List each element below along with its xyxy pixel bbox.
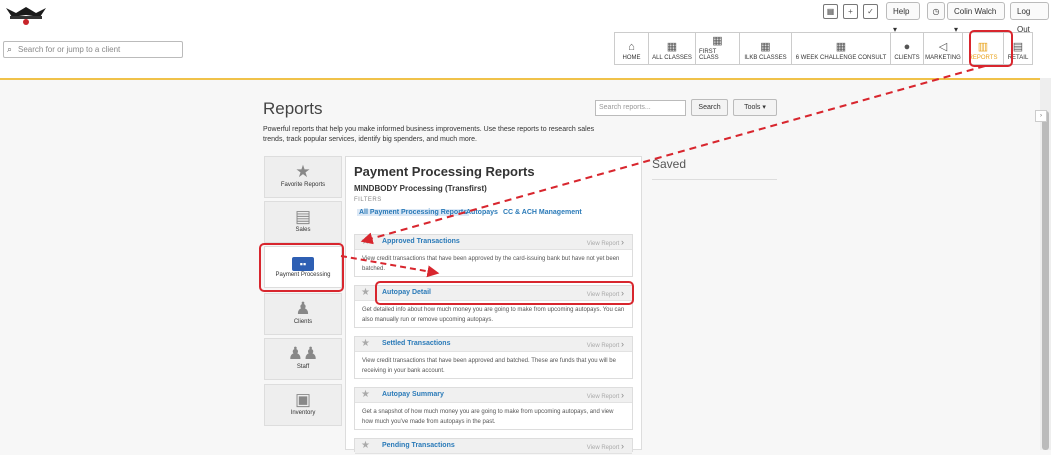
annotation-arrows (340, 65, 986, 278)
arrow-to-approved (360, 65, 986, 245)
arrow-to-autopay (340, 255, 440, 278)
